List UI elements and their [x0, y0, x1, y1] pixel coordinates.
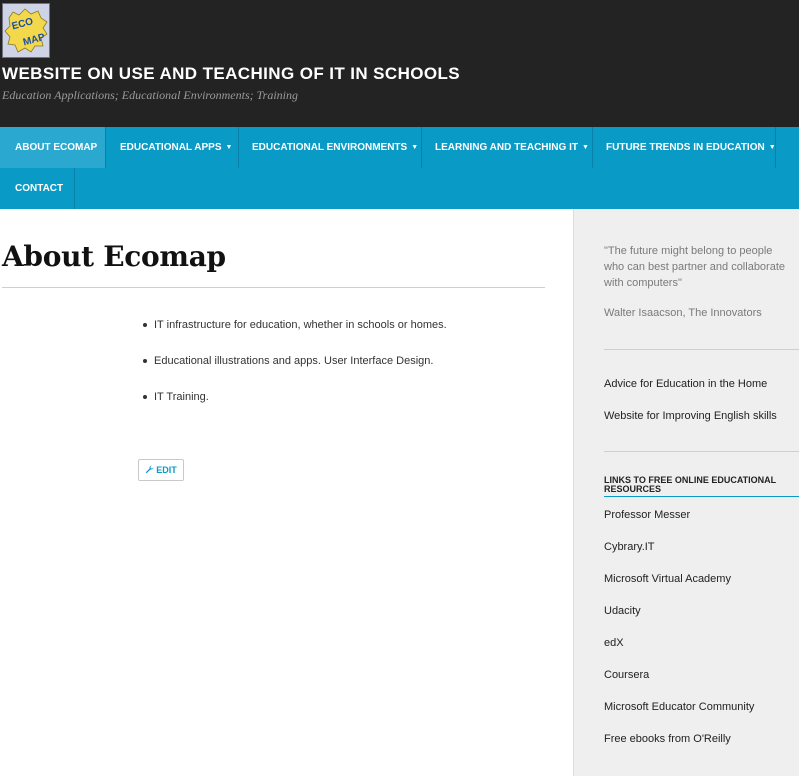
- caret-down-icon: ▼: [581, 144, 589, 151]
- sidebar-divider: [604, 349, 799, 350]
- sidebar-link-coursera[interactable]: Coursera: [604, 669, 649, 681]
- sidebar-link-microsoft-educator-community[interactable]: Microsoft Educator Community: [604, 701, 754, 713]
- nav-item-educational-environments[interactable]: EDUCATIONAL ENVIRONMENTS ▼: [239, 127, 422, 168]
- site-header: ECO MAP WEBSITE ON USE AND TEACHING OF I…: [0, 0, 799, 127]
- caret-down-icon: ▼: [225, 144, 233, 151]
- nav-item-future-trends-in-education[interactable]: FUTURE TRENDS IN EDUCATION ▼: [593, 127, 776, 168]
- sidebar-link-udacity[interactable]: Udacity: [604, 605, 641, 617]
- wrench-icon: [145, 465, 154, 474]
- edit-button[interactable]: EDIT: [138, 459, 184, 481]
- site-logo[interactable]: ECO MAP: [2, 3, 50, 58]
- site-tagline: Education Applications; Educational Envi…: [2, 88, 298, 102]
- nav-item-learning-and-teaching-it[interactable]: LEARNING AND TEACHING IT ▼: [422, 127, 593, 168]
- list-item: IT Training.: [143, 390, 447, 426]
- caret-down-icon: ▼: [411, 144, 419, 151]
- sidebar-link-advice-education-home[interactable]: Advice for Education in the Home: [604, 378, 767, 390]
- nav-item-about-ecomap[interactable]: ABOUT ECOMAP: [0, 127, 106, 168]
- links-widget-title: LINKS TO FREE ONLINE EDUCATIONAL RESOURC…: [604, 476, 799, 497]
- sidebar-link-cybrary[interactable]: Cybrary.IT: [604, 541, 655, 553]
- ecomap-logo-icon: ECO MAP: [3, 4, 49, 57]
- sidebar-quote: "The future might belong to people who c…: [604, 245, 786, 289]
- sidebar-link-edx[interactable]: edX: [604, 637, 624, 649]
- sidebar-link-microsoft-virtual-academy[interactable]: Microsoft Virtual Academy: [604, 573, 731, 585]
- sidebar-link-improving-english[interactable]: Website for Improving English skills: [604, 410, 777, 422]
- about-bullet-list: IT infrastructure for education, whether…: [143, 318, 447, 426]
- nav-item-contact[interactable]: CONTACT: [0, 168, 75, 209]
- page-title: About Ecomap: [2, 240, 226, 273]
- sidebar-divider: [604, 451, 799, 452]
- caret-down-icon: ▼: [768, 144, 776, 151]
- sidebar-link-professor-messer[interactable]: Professor Messer: [604, 509, 690, 521]
- title-divider: [2, 287, 545, 288]
- list-item: Educational illustrations and apps. User…: [143, 354, 447, 390]
- main-navigation: ABOUT ECOMAP EDUCATIONAL APPS ▼ EDUCATION…: [0, 127, 799, 209]
- nav-item-educational-apps[interactable]: EDUCATIONAL APPS ▼: [106, 127, 239, 168]
- sidebar: "The future might belong to people who c…: [573, 209, 799, 776]
- list-item: IT infrastructure for education, whether…: [143, 318, 447, 354]
- site-title[interactable]: WEBSITE ON USE AND TEACHING OF IT IN SCH…: [2, 64, 460, 84]
- sidebar-link-oreilly-ebooks[interactable]: Free ebooks from O'Reilly: [604, 733, 731, 745]
- main-content: About Ecomap IT infrastructure for educa…: [0, 209, 573, 776]
- quote-author: Walter Isaacson, The Innovators: [604, 307, 762, 319]
